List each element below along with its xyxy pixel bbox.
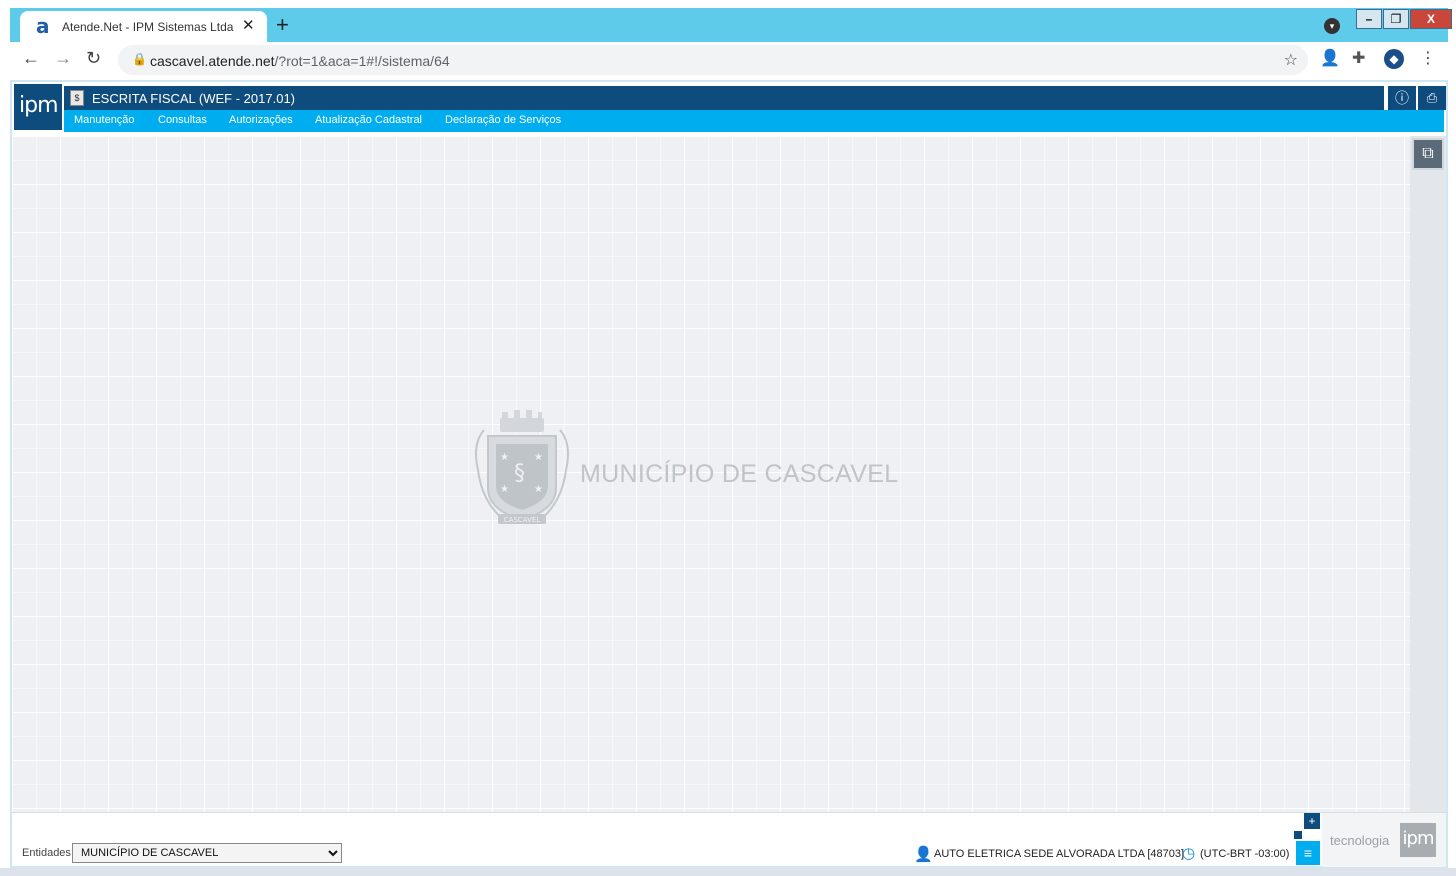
cascavel-crest-icon: ★ ★ ★ ★ § CASCAVEL: [475, 410, 569, 524]
window-close-button[interactable]: X: [1410, 9, 1452, 29]
svg-text:★: ★: [534, 484, 543, 495]
menu-item-atualizacao-cadastral[interactable]: Atualização Cadastral: [315, 114, 422, 126]
entidades-select[interactable]: MUNICÍPIO DE CASCAVEL: [72, 843, 342, 863]
browser-toolbar: ← → ↻ 🔒 cascavel.atende.net/?rot=1&aca=1…: [10, 42, 1448, 78]
corner-marker: [1294, 831, 1302, 839]
svg-text:§: §: [514, 461, 525, 486]
svg-text:★: ★: [534, 452, 543, 463]
atende-favicon-icon: a: [36, 14, 50, 38]
browser-profile-icon[interactable]: ▾: [1324, 18, 1340, 34]
system-title-bar: $ ESCRITA FISCAL (WEF - 2017.01): [64, 86, 1384, 110]
entidades-label: Entidades: [22, 847, 71, 859]
back-arrow-icon[interactable]: ←: [22, 48, 40, 68]
tab-close-icon[interactable]: ✕: [242, 16, 255, 34]
right-rail: ⧉: [1410, 136, 1446, 812]
browser-chrome: a Atende.Net - IPM Sistemas Ltda ✕ + ▾ –…: [0, 0, 1456, 78]
tecnologia-ipm-brand: tecnologia ipm: [1322, 813, 1446, 867]
os-taskbar: [0, 868, 1456, 876]
current-user[interactable]: AUTO ELETRICA SEDE ALVORADA LTDA [48703]: [934, 848, 1184, 860]
menu-item-manutencao[interactable]: Manutenção: [74, 114, 135, 126]
url-text[interactable]: cascavel.atende.net/?rot=1&aca=1#!/siste…: [150, 53, 450, 69]
profile-icon[interactable]: 👤: [1320, 49, 1340, 69]
system-title: ESCRITA FISCAL (WEF - 2017.01): [92, 91, 295, 106]
app-frame: ipm $ ESCRITA FISCAL (WEF - 2017.01) ⓘ ⎙…: [10, 80, 1448, 868]
address-bar[interactable]: 🔒 cascavel.atende.net/?rot=1&aca=1#!/sis…: [118, 45, 1308, 75]
user-icon: 👤: [914, 846, 933, 863]
ipm-extension-icon[interactable]: ◆: [1384, 49, 1404, 69]
crest-label: CASCAVEL: [504, 516, 541, 524]
tab-strip: a Atende.Net - IPM Sistemas Ltda ✕ + ▾ –…: [10, 8, 1452, 42]
clock-icon: ◷: [1182, 845, 1196, 862]
star-icon[interactable]: ☆: [1284, 50, 1298, 70]
main-menu: Manutenção Consultas Autorizações Atuali…: [64, 110, 1444, 132]
forward-arrow-icon[interactable]: →: [54, 48, 72, 68]
brand-logo: ipm: [1400, 823, 1436, 857]
brand-text: tecnologia: [1330, 833, 1390, 848]
info-icon[interactable]: ⓘ: [1388, 86, 1416, 110]
timezone-label: (UTC-BRT -03:00): [1200, 848, 1290, 860]
list-menu-button[interactable]: ≡: [1296, 841, 1320, 865]
system-document-icon: $: [70, 90, 84, 106]
menu-item-declaracao-servicos[interactable]: Declaração de Serviços: [445, 114, 561, 126]
lock-icon[interactable]: 🔒: [132, 52, 147, 66]
menu-item-consultas[interactable]: Consultas: [158, 114, 207, 126]
new-tab-icon[interactable]: +: [276, 14, 289, 36]
ipm-logo[interactable]: ipm: [14, 84, 62, 130]
print-icon[interactable]: ⎙: [1418, 86, 1446, 110]
status-footer: Entidades MUNICÍPIO DE CASCAVEL 👤 AUTO E…: [12, 812, 1446, 867]
svg-text:★: ★: [500, 484, 509, 495]
workspace-area: ⧉ ★ ★ ★ ★ § CASCAVEL MUNICÍPIO DE CASCAV…: [12, 136, 1446, 812]
window-maximize-button[interactable]: ❐: [1383, 9, 1409, 29]
window-minimize-button[interactable]: –: [1356, 9, 1382, 29]
menu-item-autorizacoes[interactable]: Autorizações: [229, 114, 293, 126]
municipio-name: MUNICÍPIO DE CASCAVEL: [580, 460, 899, 488]
url-host: cascavel.atende.net: [150, 53, 275, 69]
ipm-logo-text: ipm: [19, 93, 59, 118]
menu-dots-icon[interactable]: ⋮: [1420, 49, 1436, 69]
windows-toggle-button[interactable]: ⧉: [1412, 138, 1444, 170]
url-path: /?rot=1&aca=1#!/sistema/64: [274, 53, 450, 69]
svg-text:★: ★: [500, 452, 509, 463]
browser-tab[interactable]: a Atende.Net - IPM Sistemas Ltda ✕: [20, 11, 267, 42]
reload-icon[interactable]: ↻: [86, 48, 101, 68]
extensions-icon[interactable]: ✚: [1352, 49, 1365, 69]
expand-plus-button[interactable]: +: [1304, 813, 1320, 829]
tab-title: Atende.Net - IPM Sistemas Ltda: [62, 20, 234, 34]
